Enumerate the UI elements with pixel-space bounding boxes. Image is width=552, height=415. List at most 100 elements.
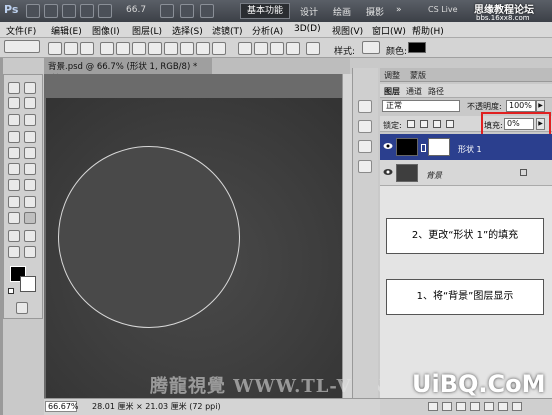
- menu-filter[interactable]: 滤镜(T): [212, 24, 243, 37]
- lock-image-icon[interactable]: [420, 120, 428, 128]
- quick-mask-icon[interactable]: [16, 302, 28, 314]
- shape-circle[interactable]: [58, 146, 240, 328]
- custom-shape-icon[interactable]: [212, 42, 226, 55]
- workspace-design[interactable]: 设计: [300, 5, 318, 18]
- tab-masks[interactable]: 蒙版: [410, 70, 426, 81]
- intersect-icon[interactable]: [270, 42, 284, 55]
- ellipse-icon[interactable]: [164, 42, 178, 55]
- view-extras-icon[interactable]: [62, 4, 76, 18]
- history-panel-icon[interactable]: [358, 100, 372, 113]
- ellipse-tool-icon[interactable]: [24, 212, 36, 224]
- actions-panel-icon[interactable]: [358, 120, 372, 133]
- menu-select[interactable]: 选择(S): [172, 24, 203, 37]
- menu-view[interactable]: 视图(V): [332, 24, 363, 37]
- new-layer-icon[interactable]: [498, 402, 508, 411]
- zoom-level[interactable]: 66.7: [126, 5, 146, 15]
- polygon-icon[interactable]: [180, 42, 194, 55]
- workspace-essentials-button[interactable]: 基本功能: [240, 3, 290, 19]
- tab-layers[interactable]: 图层: [384, 86, 400, 97]
- eraser-icon[interactable]: [8, 163, 20, 175]
- screen-mode-icon[interactable]: [180, 4, 194, 18]
- visibility-eye-icon[interactable]: [383, 142, 393, 150]
- vector-mask-thumbnail[interactable]: [428, 138, 450, 156]
- tab-adjustments[interactable]: 调整: [384, 70, 400, 81]
- background-color-swatch[interactable]: [20, 276, 36, 292]
- trash-icon[interactable]: [512, 402, 522, 411]
- history-brush-icon[interactable]: [24, 147, 36, 159]
- subtract-icon[interactable]: [254, 42, 268, 55]
- path-select-icon[interactable]: [8, 212, 20, 224]
- grid-icon[interactable]: [200, 4, 214, 18]
- bridge-icon[interactable]: [26, 4, 40, 18]
- quick-select-icon[interactable]: [24, 97, 36, 109]
- link-icon[interactable]: [421, 144, 426, 152]
- blend-mode-select[interactable]: 正常: [382, 100, 460, 112]
- default-colors-icon[interactable]: [8, 288, 14, 294]
- zoom-icon[interactable]: [24, 246, 36, 258]
- hand-icon[interactable]: [8, 246, 20, 258]
- paths-icon[interactable]: [64, 42, 78, 55]
- visibility-eye-icon[interactable]: [383, 168, 393, 176]
- adjustment-layer-icon[interactable]: [470, 402, 480, 411]
- opacity-arrow-icon[interactable]: ▶: [536, 100, 545, 112]
- link-layers-icon[interactable]: [428, 402, 438, 411]
- menu-analysis[interactable]: 分析(A): [252, 24, 283, 37]
- status-zoom-field[interactable]: 66.67%: [45, 401, 79, 412]
- workspace-painting[interactable]: 绘画: [333, 5, 351, 18]
- layer-style-icon[interactable]: [442, 402, 452, 411]
- clone-stamp-icon[interactable]: [8, 147, 20, 159]
- link-icon[interactable]: [306, 42, 320, 55]
- menu-layer[interactable]: 图层(L): [132, 24, 162, 37]
- lock-position-icon[interactable]: [433, 120, 441, 128]
- 3d-orbit-icon[interactable]: [24, 230, 36, 242]
- layer-name-background[interactable]: 背景: [426, 170, 442, 181]
- marquee-tool-icon[interactable]: [8, 82, 20, 94]
- color-swatch[interactable]: [408, 42, 426, 53]
- lasso-tool-icon[interactable]: [8, 97, 20, 109]
- eyedropper-icon[interactable]: [24, 114, 36, 126]
- healing-brush-icon[interactable]: [8, 131, 20, 143]
- blur-icon[interactable]: [8, 179, 20, 191]
- tool-preset-picker[interactable]: [4, 40, 40, 53]
- crop-tool-icon[interactable]: [8, 114, 20, 126]
- fill-pixels-icon[interactable]: [80, 42, 94, 55]
- menu-image[interactable]: 图像(I): [92, 24, 120, 37]
- layer-name-shape[interactable]: 形状 1: [458, 144, 482, 155]
- gradient-icon[interactable]: [24, 163, 36, 175]
- lock-transparency-icon[interactable]: [407, 120, 415, 128]
- add-mask-icon[interactable]: [456, 402, 466, 411]
- shape-layers-icon[interactable]: [48, 42, 62, 55]
- menu-help[interactable]: 帮助(H): [412, 24, 444, 37]
- brush-tool-icon[interactable]: [24, 131, 36, 143]
- layer-thumbnail[interactable]: [396, 138, 418, 156]
- exclude-icon[interactable]: [286, 42, 300, 55]
- hand-tool-icon[interactable]: [80, 4, 94, 18]
- cs-live[interactable]: CS Live: [428, 5, 458, 14]
- move-tool-icon[interactable]: [24, 82, 36, 94]
- line-icon[interactable]: [196, 42, 210, 55]
- pen-tool-icon[interactable]: [100, 42, 114, 55]
- vertical-scrollbar[interactable]: [342, 74, 352, 398]
- mini-bridge-icon[interactable]: [44, 4, 58, 18]
- lock-all-icon[interactable]: [446, 120, 454, 128]
- tab-channels[interactable]: 通道: [406, 86, 422, 97]
- style-picker[interactable]: [362, 41, 380, 54]
- tab-paths[interactable]: 路径: [428, 86, 444, 97]
- rounded-rectangle-icon[interactable]: [148, 42, 162, 55]
- pen-icon[interactable]: [8, 196, 20, 208]
- opacity-field[interactable]: 100%: [506, 100, 536, 112]
- rectangle-icon[interactable]: [132, 42, 146, 55]
- document-tab[interactable]: 背景.psd @ 66.7% (形状 1, RGB/8) * ×: [44, 58, 212, 82]
- freeform-pen-icon[interactable]: [116, 42, 130, 55]
- workspace-photography[interactable]: 摄影: [366, 5, 384, 18]
- 3d-rotate-icon[interactable]: [8, 230, 20, 242]
- menu-window[interactable]: 窗口(W): [372, 24, 406, 37]
- menu-3d[interactable]: 3D(D): [294, 24, 321, 34]
- combine-icon[interactable]: [238, 42, 252, 55]
- swatches-panel-icon[interactable]: [358, 140, 372, 153]
- workspace-more-chevron[interactable]: »: [396, 5, 402, 15]
- type-tool-icon[interactable]: [24, 196, 36, 208]
- dodge-icon[interactable]: [24, 179, 36, 191]
- zoom-tool-icon[interactable]: [98, 4, 112, 18]
- arrange-documents-icon[interactable]: [160, 4, 174, 18]
